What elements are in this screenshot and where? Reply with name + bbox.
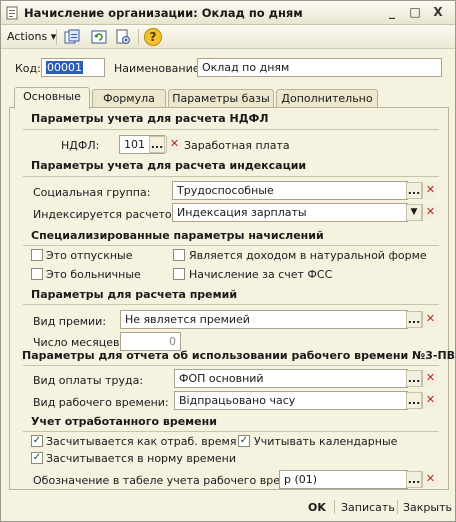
window-title: Начисление организации: Оклад по дням — [24, 6, 303, 20]
indexed-by-select[interactable]: Индексация зарплаты — [172, 203, 408, 222]
pay-type-label: Вид оплаты труда: — [33, 374, 144, 387]
vacation-label: Это отпускные — [46, 249, 133, 262]
calendar-days-label: Учитывать календарные — [254, 435, 398, 448]
fss-checkbox[interactable] — [173, 268, 185, 280]
code-value: 00001 — [46, 61, 83, 74]
indexed-by-label: Индексируется расчетом: — [33, 208, 184, 221]
ndfl-section-title: Параметры учета для расчета НДФЛ — [31, 112, 269, 125]
sick-leave-checkbox[interactable] — [31, 268, 43, 280]
counts-as-worked-checkbox[interactable]: ✓ — [31, 435, 43, 447]
counts-as-worked-label: Засчитывается как отраб. время — [46, 435, 237, 448]
bonus-type-clear-button[interactable]: ✕ — [422, 311, 438, 328]
actions-label: Actions — [7, 30, 48, 43]
tab-formula[interactable]: Формула — [92, 89, 166, 108]
help-icon[interactable]: ? — [144, 28, 162, 46]
tab-base-parameters[interactable]: Параметры базы — [168, 89, 274, 108]
bonus-type-input[interactable]: Не является премией — [120, 310, 408, 329]
dialog-window: Начисление организации: Оклад по дням _ … — [0, 0, 456, 522]
minimize-button[interactable]: _ — [383, 4, 401, 21]
indexation-section-title: Параметры учета для расчета индексации — [31, 159, 307, 172]
social-group-input[interactable]: Трудоспособные — [172, 181, 408, 200]
social-group-clear-button[interactable]: ✕ — [422, 182, 438, 199]
bonus-section-title: Параметры для расчета премий — [31, 288, 238, 301]
toolbar-divider — [56, 29, 57, 45]
document-settings-icon[interactable] — [115, 29, 132, 45]
timesheet-code-select-button[interactable]: ... — [406, 471, 422, 488]
section-divider — [23, 431, 439, 432]
copy-list-icon[interactable] — [64, 29, 81, 45]
vacation-checkbox[interactable] — [31, 249, 43, 261]
close-button[interactable]: Закрыть — [403, 501, 452, 514]
document-app-icon — [6, 6, 18, 20]
counts-in-norm-label: Засчитывается в норму времени — [46, 452, 236, 465]
pay-type-clear-button[interactable]: ✕ — [422, 370, 438, 387]
close-window-button[interactable]: X — [429, 4, 447, 21]
save-button[interactable]: Записать — [341, 501, 395, 514]
title-bar: Начисление организации: Оклад по дням _ … — [1, 1, 455, 25]
worked-time-section-title: Учет отработанного времени — [31, 415, 217, 428]
pay-type-input[interactable]: ФОП основний — [174, 369, 408, 388]
work-time-clear-button[interactable]: ✕ — [422, 392, 438, 409]
toolbar-divider — [138, 29, 139, 45]
footer-divider — [397, 500, 398, 514]
ndfl-code-value: 101 — [124, 138, 145, 151]
in-kind-income-checkbox[interactable] — [173, 249, 185, 261]
ndfl-description: Заработная плата — [184, 139, 290, 152]
maximize-button[interactable]: □ — [406, 4, 424, 21]
pay-type-select-button[interactable]: ... — [406, 370, 422, 387]
ndfl-select-button[interactable]: ... — [149, 136, 165, 153]
work-time-label: Вид рабочего времени: — [33, 396, 169, 409]
toolbar: Actions ▾ ? — [1, 25, 455, 49]
timesheet-code-clear-button[interactable]: ✕ — [422, 471, 438, 488]
months-count-label: Число месяцев: — [33, 336, 124, 349]
tab-main[interactable]: Основные — [14, 87, 90, 109]
section-divider — [23, 245, 439, 246]
actions-menu-button[interactable]: Actions ▾ — [7, 30, 56, 43]
social-group-label: Социальная группа: — [33, 186, 151, 199]
code-label: Код: — [15, 62, 41, 75]
work-time-input[interactable]: Відпрацьовано часу — [174, 391, 408, 410]
refresh-icon[interactable] — [91, 29, 108, 45]
name-label: Наименование: — [114, 62, 204, 75]
section-divider — [23, 129, 439, 130]
name-input[interactable]: Оклад по дням — [197, 58, 442, 77]
timesheet-code-input[interactable]: р (01) — [279, 470, 408, 489]
tab-strip: Основные Формула Параметры базы Дополнит… — [9, 87, 449, 109]
code-input[interactable]: 00001 — [41, 58, 105, 77]
in-kind-income-label: Является доходом в натуральной форме — [189, 249, 427, 262]
ndfl-clear-button[interactable]: ✕ — [166, 136, 182, 153]
indexed-by-dropdown-button[interactable]: ▼ — [406, 204, 422, 221]
indexed-by-clear-button[interactable]: ✕ — [422, 204, 438, 221]
footer-divider — [334, 500, 335, 514]
bonus-type-label: Вид премии: — [33, 315, 107, 328]
work-time-select-button[interactable]: ... — [406, 392, 422, 409]
ndfl-label: НДФЛ: — [61, 139, 100, 152]
bonus-type-select-button[interactable]: ... — [406, 311, 422, 328]
timesheet-code-label: Обозначение в табеле учета рабочего врем… — [33, 474, 314, 487]
fss-label: Начисление за счет ФСС — [189, 268, 333, 281]
special-section-title: Специализированные параметры начислений — [31, 229, 324, 242]
ok-button[interactable]: OK — [308, 501, 326, 514]
tab-additional[interactable]: Дополнительно — [276, 89, 378, 108]
section-divider — [23, 176, 439, 177]
section-divider — [23, 365, 439, 366]
report-section-title: Параметры для отчета об использовании ра… — [22, 349, 456, 362]
social-group-select-button[interactable]: ... — [406, 182, 422, 199]
sick-leave-label: Это больничные — [46, 268, 141, 281]
calendar-days-checkbox[interactable]: ✓ — [238, 435, 250, 447]
counts-in-norm-checkbox[interactable]: ✓ — [31, 452, 43, 464]
dialog-footer: OK Записать Закрыть — [1, 495, 455, 521]
section-divider — [23, 304, 439, 305]
